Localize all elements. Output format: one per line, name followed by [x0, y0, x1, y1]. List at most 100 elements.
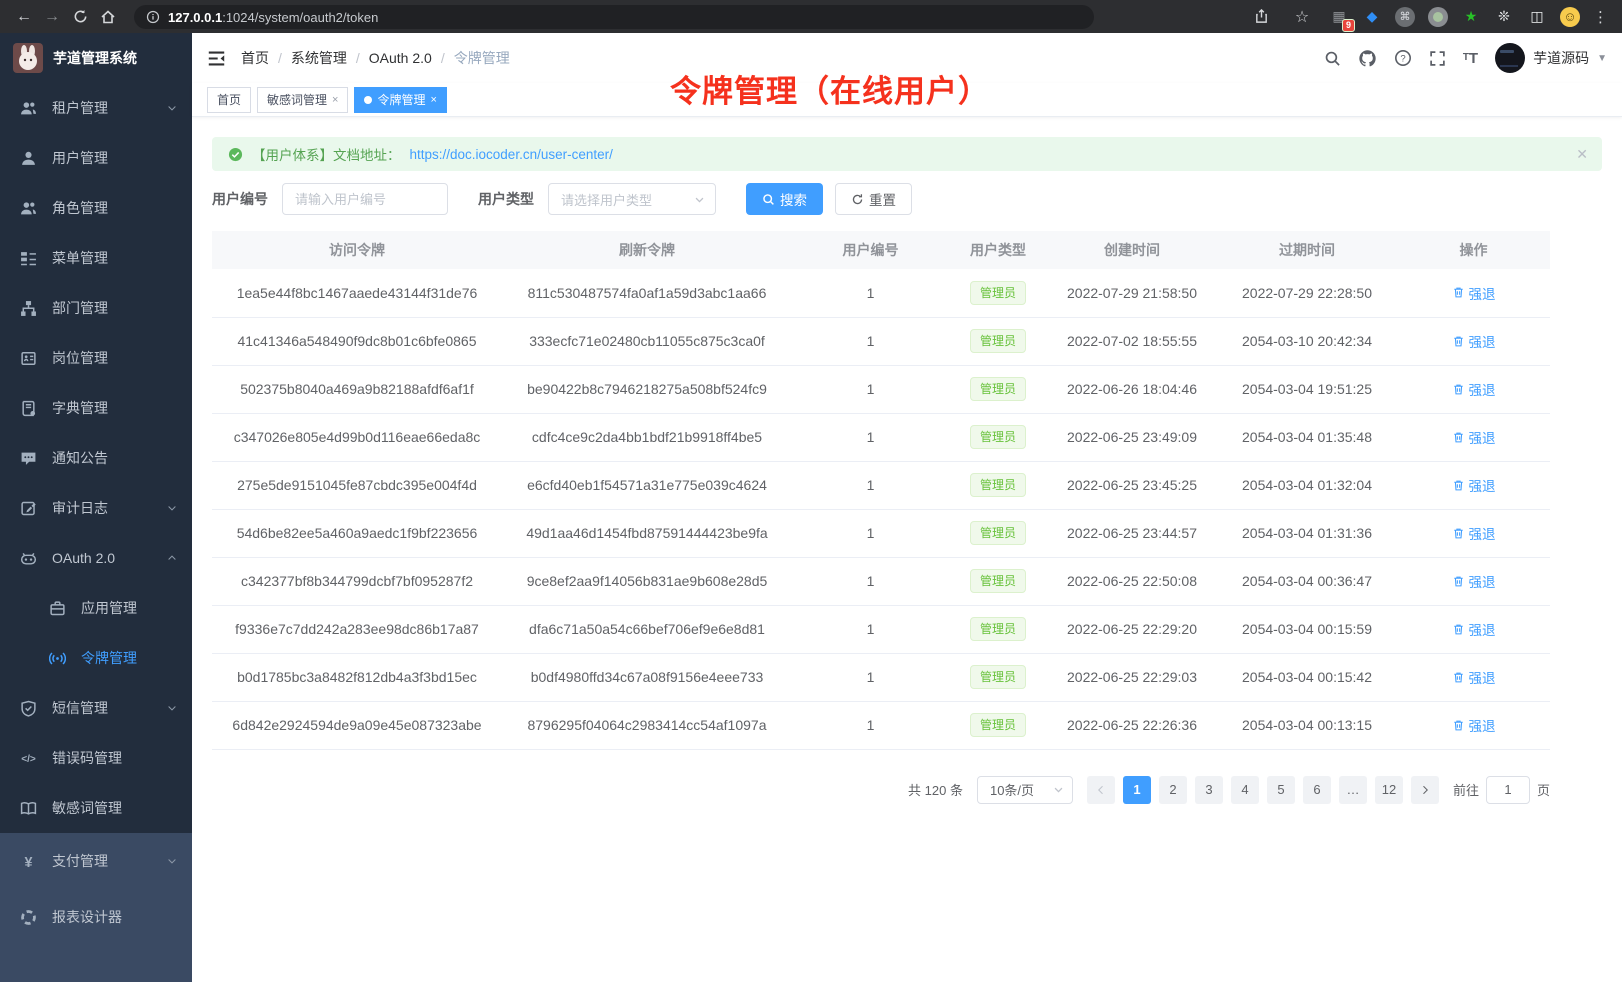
- breadcrumb-item[interactable]: 令牌管理: [454, 48, 510, 68]
- profile-emoji-icon[interactable]: ☺: [1560, 7, 1580, 27]
- breadcrumb-separator: /: [278, 50, 282, 66]
- prev-page-button[interactable]: [1087, 776, 1115, 804]
- sidebar-item-errcode[interactable]: </>错误码管理: [0, 733, 192, 783]
- bookmark-star-icon[interactable]: ☆: [1288, 3, 1316, 31]
- force-logout-button[interactable]: 强退: [1452, 619, 1496, 639]
- url-path: :1024/system/oauth2/token: [222, 10, 378, 25]
- share-icon[interactable]: [1247, 3, 1275, 31]
- page-button[interactable]: 6: [1303, 776, 1331, 804]
- sidebar-item-user[interactable]: 用户管理: [0, 133, 192, 183]
- site-info-icon[interactable]: [146, 10, 160, 24]
- close-tab-icon[interactable]: ×: [332, 94, 338, 106]
- browser-back-icon[interactable]: ←: [10, 3, 38, 31]
- breadcrumb-item[interactable]: 首页: [241, 48, 269, 68]
- sidebar-item-dept[interactable]: 部门管理: [0, 283, 192, 333]
- browser-reload-icon[interactable]: [66, 3, 94, 31]
- force-logout-button[interactable]: 强退: [1452, 427, 1496, 447]
- user-type-select[interactable]: 请选择用户类型: [548, 183, 716, 215]
- sidebar-collapse-icon[interactable]: [207, 49, 226, 68]
- extension-command-icon[interactable]: ⌘: [1395, 7, 1415, 27]
- sidebar-item-report[interactable]: 报表设计器: [0, 889, 192, 945]
- more-pages-button[interactable]: …: [1339, 776, 1367, 804]
- doc-link[interactable]: https://doc.iocoder.cn/user-center/: [410, 147, 613, 162]
- browser-forward-icon[interactable]: →: [38, 3, 66, 31]
- access-token-cell: 54d6be82ee5a460a9aedc1f9bf223656: [212, 509, 502, 557]
- close-tab-icon[interactable]: ×: [430, 94, 436, 106]
- force-logout-button[interactable]: 强退: [1452, 379, 1496, 399]
- sidebar-item-menu[interactable]: 菜单管理: [0, 233, 192, 283]
- force-logout-button[interactable]: 强退: [1452, 523, 1496, 543]
- extension-puzzle-icon[interactable]: ❊: [1494, 7, 1514, 27]
- sidebar-item-role[interactable]: 角色管理: [0, 183, 192, 233]
- sidebar-item-oauth2[interactable]: OAuth 2.0: [0, 533, 192, 583]
- sidebar-item-sms[interactable]: 短信管理: [0, 683, 192, 733]
- address-bar[interactable]: 127.0.0.1:1024/system/oauth2/token: [134, 5, 1094, 29]
- help-icon[interactable]: ?: [1394, 49, 1412, 67]
- annotation-overlay: 令牌管理（在线用户）: [670, 66, 990, 111]
- browser-menu-icon[interactable]: ⋮: [1593, 8, 1608, 26]
- force-logout-button[interactable]: 强退: [1452, 283, 1496, 303]
- reset-button[interactable]: 重置: [835, 183, 912, 215]
- browser-home-icon[interactable]: [94, 3, 122, 31]
- extension-grid-icon[interactable]: ▦9: [1329, 7, 1349, 27]
- avatar: [1495, 43, 1525, 73]
- force-logout-button[interactable]: 强退: [1452, 571, 1496, 591]
- user-type-cell: 管理员: [949, 317, 1047, 365]
- sidebar-item-tenant[interactable]: 租户管理: [0, 83, 192, 133]
- sidebar-item-sensitive[interactable]: 敏感词管理: [0, 783, 192, 833]
- search-button[interactable]: 搜索: [746, 183, 823, 215]
- sidebar-item-oauth2-app[interactable]: 应用管理: [0, 583, 192, 633]
- total-count: 共 120 条: [908, 780, 963, 799]
- page-button[interactable]: 2: [1159, 776, 1187, 804]
- font-size-icon[interactable]: TT: [1463, 51, 1478, 66]
- close-icon[interactable]: ✕: [1576, 146, 1588, 163]
- tenant-icon: [19, 100, 37, 117]
- page-button[interactable]: 3: [1195, 776, 1223, 804]
- created-time-cell: 2022-06-25 22:26:36: [1047, 701, 1217, 749]
- page-button[interactable]: 5: [1267, 776, 1295, 804]
- tab-label: 敏感词管理: [267, 91, 327, 108]
- breadcrumb-item[interactable]: 系统管理: [291, 48, 347, 68]
- created-time-cell: 2022-06-25 23:45:25: [1047, 461, 1217, 509]
- chevron-down-icon: [166, 502, 178, 514]
- expire-time-cell: 2054-03-04 00:15:42: [1217, 653, 1397, 701]
- force-logout-button[interactable]: 强退: [1452, 331, 1496, 351]
- user-id-input[interactable]: [282, 183, 448, 215]
- sidebar-item-audit[interactable]: 审计日志: [0, 483, 192, 533]
- expire-time-cell: 2054-03-04 01:31:36: [1217, 509, 1397, 557]
- extension-diamond-icon[interactable]: ◆: [1362, 7, 1382, 27]
- sidebar-item-oauth2-token[interactable]: 令牌管理: [0, 633, 192, 683]
- user-type-cell: 管理员: [949, 413, 1047, 461]
- app-logo[interactable]: 芋道管理系统: [0, 33, 192, 83]
- tab-首页[interactable]: 首页: [207, 87, 251, 113]
- breadcrumb-item[interactable]: OAuth 2.0: [369, 50, 432, 66]
- force-logout-button[interactable]: 强退: [1452, 475, 1496, 495]
- user-menu[interactable]: 芋道源码 ▼: [1495, 43, 1607, 73]
- expire-time-cell: 2054-03-04 01:32:04: [1217, 461, 1397, 509]
- sidebar-item-pay[interactable]: ¥支付管理: [0, 833, 192, 889]
- page-size-select[interactable]: 10条/页: [977, 776, 1073, 804]
- force-logout-button[interactable]: 强退: [1452, 715, 1496, 735]
- extension-star-icon[interactable]: ★: [1461, 7, 1481, 27]
- jump-page-input[interactable]: [1486, 776, 1530, 804]
- table-body: 1ea5e44f8bc1467aaede43144f31de76811c5304…: [212, 269, 1550, 749]
- page-button[interactable]: 12: [1375, 776, 1403, 804]
- next-page-button[interactable]: [1411, 776, 1439, 804]
- tab-敏感词管理[interactable]: 敏感词管理 ×: [257, 87, 348, 113]
- sidebar-item-notice[interactable]: 通知公告: [0, 433, 192, 483]
- fullscreen-icon[interactable]: [1429, 50, 1446, 67]
- page-button[interactable]: 4: [1231, 776, 1259, 804]
- tab-令牌管理[interactable]: 令牌管理×: [354, 87, 446, 113]
- sidebar-item-dict[interactable]: 字典管理: [0, 383, 192, 433]
- extension-record-icon[interactable]: [1428, 7, 1448, 27]
- column-header: 访问令牌: [212, 231, 502, 269]
- expire-time-cell: 2054-03-04 01:35:48: [1217, 413, 1397, 461]
- extension-panel-icon[interactable]: ◫: [1527, 7, 1547, 27]
- sidebar-item-post[interactable]: 岗位管理: [0, 333, 192, 383]
- refresh-token-cell: 49d1aa46d1454fbd87591444423be9fa: [502, 509, 792, 557]
- force-logout-button[interactable]: 强退: [1452, 667, 1496, 687]
- search-icon[interactable]: [1324, 50, 1341, 67]
- page-button[interactable]: 1: [1123, 776, 1151, 804]
- github-icon[interactable]: [1358, 49, 1377, 68]
- expire-time-cell: 2054-03-04 00:15:59: [1217, 605, 1397, 653]
